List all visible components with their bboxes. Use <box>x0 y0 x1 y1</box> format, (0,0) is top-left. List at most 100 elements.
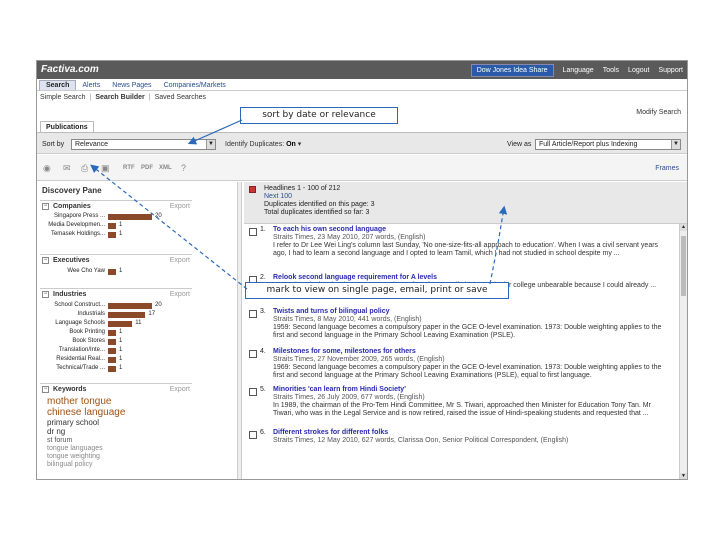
keyword-item[interactable]: bilingual policy <box>47 461 93 468</box>
result-title-link[interactable]: Twists and turns of bilingual policy <box>273 308 390 315</box>
bar-row[interactable]: Book Printing 1 <box>40 329 195 337</box>
result-checkbox[interactable] <box>249 431 257 439</box>
bar-row[interactable]: Residential Real... 1 <box>40 356 195 364</box>
result-number: 1. <box>260 226 266 233</box>
subtab-separator: | <box>148 94 151 101</box>
bar-row-label: Wee Cho Yaw <box>67 268 105 274</box>
keyword-item[interactable]: tongue weighting <box>47 453 100 460</box>
scroll-thumb[interactable] <box>681 236 686 296</box>
pdf-button[interactable]: PDF <box>141 165 153 171</box>
xml-button[interactable]: XML <box>159 165 172 171</box>
results-scrollbar[interactable]: ▲ ▼ <box>679 224 687 479</box>
collapse-icon[interactable]: − <box>42 291 49 298</box>
subtab-search-builder[interactable]: Search Builder <box>95 94 144 101</box>
view-as-select[interactable]: Full Article/Report plus Indexing ▼ <box>535 139 681 150</box>
save-icon[interactable]: ▣ <box>101 163 110 174</box>
bar-row[interactable]: Singapore Press ... 20 <box>40 213 195 221</box>
scroll-up-icon[interactable]: ▲ <box>680 224 687 231</box>
bar-row-bar <box>108 214 152 220</box>
result-checkbox[interactable] <box>249 388 257 396</box>
logout-link[interactable]: Logout <box>628 67 649 74</box>
export-link[interactable]: Export <box>170 386 190 393</box>
sort-select[interactable]: Relevance ▼ <box>71 139 216 150</box>
keyword-item[interactable]: mother tongue <box>47 397 112 407</box>
tools-link[interactable]: Tools <box>603 67 619 74</box>
tab-alerts[interactable]: Alerts <box>76 81 106 90</box>
result-item: 5. Minorities 'can learn from Hindi Socie… <box>244 384 679 428</box>
keyword-item[interactable]: dr ng <box>47 428 65 436</box>
keywords-section[interactable]: − Keywords Export <box>40 383 192 395</box>
keyword-item[interactable]: st forum <box>47 437 72 444</box>
frames-link[interactable]: Frames <box>655 165 679 172</box>
result-title-link[interactable]: Relook second language requirement for A… <box>273 274 437 281</box>
result-checkbox[interactable] <box>249 228 257 236</box>
sub-tabs: Simple Search | Search Builder | Saved S… <box>37 92 687 103</box>
bar-row[interactable]: Temasek Holdings... 1 <box>40 231 195 239</box>
result-source: Straits Times, 12 May 2010, 627 words, C… <box>273 437 569 444</box>
subtab-simple-search[interactable]: Simple Search <box>40 94 86 101</box>
identify-value: On <box>286 141 296 148</box>
tab-companies-markets[interactable]: Companies/Markets <box>158 81 232 90</box>
discovery-pane-title: Discovery Pane <box>42 186 102 195</box>
bar-row-bar <box>108 330 116 336</box>
view-icon[interactable]: ◉ <box>43 163 51 174</box>
result-title-link[interactable]: To each his own second language <box>273 226 386 233</box>
collapse-icon[interactable]: − <box>42 257 49 264</box>
tab-search[interactable]: Search <box>39 80 77 90</box>
industries-section[interactable]: − Industries Export <box>40 288 192 300</box>
print-icon[interactable]: ⎙ <box>81 163 88 174</box>
modify-search-link[interactable]: Modify Search <box>636 109 681 116</box>
pane-splitter[interactable] <box>237 182 242 479</box>
executives-section[interactable]: − Executives Export <box>40 254 192 266</box>
email-icon[interactable]: ✉ <box>63 163 71 174</box>
main-tabs: Search Alerts News Pages Companies/Marke… <box>37 79 687 91</box>
keyword-item[interactable]: chinese language <box>47 408 125 418</box>
language-link[interactable]: Language <box>563 67 594 74</box>
collapse-icon[interactable]: − <box>42 203 49 210</box>
result-title-link[interactable]: Different strokes for different folks <box>273 429 388 436</box>
next-100-link[interactable]: Next 100 <box>264 193 292 200</box>
view-as-label: View as <box>507 141 532 148</box>
support-link[interactable]: Support <box>658 67 683 74</box>
bar-row-bar <box>108 223 116 229</box>
result-number: 6. <box>260 429 266 436</box>
idea-share-button[interactable]: Dow Jones Idea Share <box>470 63 554 77</box>
result-checkbox[interactable] <box>249 310 257 318</box>
bar-row-label: Temasek Holdings... <box>50 231 105 237</box>
executives-label: Executives <box>53 257 90 264</box>
bar-row[interactable]: Wee Cho Yaw 1 <box>40 268 195 276</box>
subtab-separator: | <box>89 94 92 101</box>
keyword-item[interactable]: primary school <box>47 419 99 427</box>
bar-row-count: 17 <box>148 311 156 317</box>
result-title-link[interactable]: Minorities 'can learn from Hindi Society… <box>273 386 406 393</box>
bar-row-label: School Construct... <box>54 302 105 308</box>
collapse-icon[interactable]: − <box>42 386 49 393</box>
bar-row-label: Media Developmen... <box>48 222 105 228</box>
bar-row-bar <box>108 339 116 345</box>
bar-row[interactable]: Translation/Inte... 1 <box>40 347 195 355</box>
identify-duplicates[interactable]: Identify Duplicates: On ▾ <box>225 140 301 148</box>
scroll-down-icon[interactable]: ▼ <box>680 473 687 479</box>
bar-row[interactable]: Media Developmen... 1 <box>40 222 195 230</box>
bar-row[interactable]: Book Stores 1 <box>40 338 195 346</box>
bar-row[interactable]: Language Schools 11 <box>40 320 195 328</box>
bar-row[interactable]: Technical/Trade ... 1 <box>40 365 195 373</box>
bar-row-label: Book Stores <box>72 338 105 344</box>
result-checkbox[interactable] <box>249 350 257 358</box>
export-link[interactable]: Export <box>170 257 190 264</box>
tab-news-pages[interactable]: News Pages <box>106 81 157 90</box>
subtab-saved-searches[interactable]: Saved Searches <box>155 94 206 101</box>
select-all-checkbox[interactable] <box>249 186 256 193</box>
keyword-item[interactable]: tongue languages <box>47 445 103 452</box>
result-title-link[interactable]: Milestones for some, milestones for othe… <box>273 348 416 355</box>
bar-row[interactable]: School Construct... 20 <box>40 302 195 310</box>
export-link[interactable]: Export <box>170 291 190 298</box>
bar-row-bar <box>108 303 152 309</box>
result-item: 3. Twists and turns of bilingual policy St… <box>244 306 679 350</box>
export-link[interactable]: Export <box>170 203 190 210</box>
rtf-button[interactable]: RTF <box>123 165 135 171</box>
help-icon[interactable]: ? <box>181 163 186 173</box>
result-number: 5. <box>260 386 266 393</box>
companies-section[interactable]: − Companies Export <box>40 200 192 212</box>
bar-row[interactable]: Industrials 17 <box>40 311 195 319</box>
